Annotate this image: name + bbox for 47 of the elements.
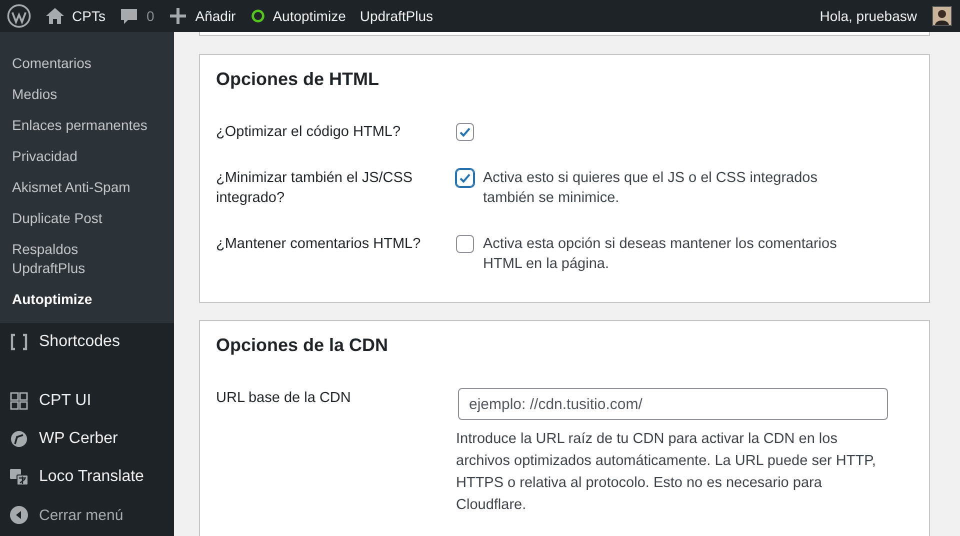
option-description: Activa esta opción si deseas mantener los comentarios HTML en la página. [483,235,838,274]
new-link[interactable]: Añadir [168,6,236,26]
collapse-icon [9,505,29,525]
wordpress-logo-icon[interactable] [7,4,31,28]
option-description: Activa esto si quieres que el JS o el CSS integrados también se minimice. [483,169,818,208]
menu-item[interactable]: WP Cerber [0,420,174,458]
field-description: Introduce la URL raíz de tu CDN para activar la CDN en los archivos optimizados automáticamente. La URL puede ser HTTP, HTTPS o relativa al protocolo. Esto no es necesario para Cloudflare. [456,430,877,515]
translate-icon [9,467,29,487]
grid-icon [9,391,29,411]
globe-icon [9,429,29,449]
menu-label: Shortcodes [39,333,120,351]
menu-item[interactable]: CPT UI [0,382,174,420]
field-label: ¿Minimizar también el JS/CSS integrado? [216,169,414,208]
submenu-item[interactable]: Comentarios [0,48,164,79]
url-input-field[interactable]: ejemplo: //cdn.tusitio.com/ [458,388,888,420]
field-label: URL base de la CDN [216,389,352,408]
field-label: ¿Mantener comentarios HTML? [216,235,422,254]
checkbox[interactable] [456,169,474,187]
menu-label: WP Cerber [39,430,118,448]
submenu-item[interactable]: Duplicate Post [0,203,164,234]
submenu-item[interactable]: Autoptimize [0,284,164,315]
menu-label: Loco Translate [39,468,144,486]
submenu-item[interactable]: Akismet Anti-Spam [0,172,164,203]
avatar-icon [932,6,952,26]
plugin-link[interactable]: UpdraftPlus [360,8,434,24]
plugin-link[interactable]: Autoptimize [250,8,346,24]
checkbox[interactable] [456,235,474,253]
menu-item[interactable]: Cerrar menú [0,496,174,534]
checkbox[interactable] [456,123,474,141]
menu-item[interactable]: Shortcodes [0,323,174,382]
menu-label: CPT UI [39,392,92,410]
menu-item[interactable]: Loco Translate [0,458,174,496]
submenu-item[interactable]: Medios [0,79,164,110]
site-link[interactable]: CPTs [45,6,106,26]
field-label: ¿Optimizar el código HTML? [216,123,402,142]
home-icon [45,6,65,26]
section-title: Opciones de la CDN [216,335,390,356]
submenu-item[interactable]: Enlaces permanentes [0,110,164,141]
account-link[interactable]: Hola, pruebasw [820,6,952,26]
section-title: Opciones de HTML [216,69,380,90]
plus-icon [168,6,188,26]
submenu-item[interactable]: Privacidad [0,141,164,172]
menu-label: Cerrar menú [39,506,124,524]
comment-icon [119,6,140,26]
submenu-item[interactable]: Respaldos UpdraftPlus [0,234,164,284]
brackets-icon [9,332,29,352]
comments-link[interactable]: 0 [119,6,154,26]
